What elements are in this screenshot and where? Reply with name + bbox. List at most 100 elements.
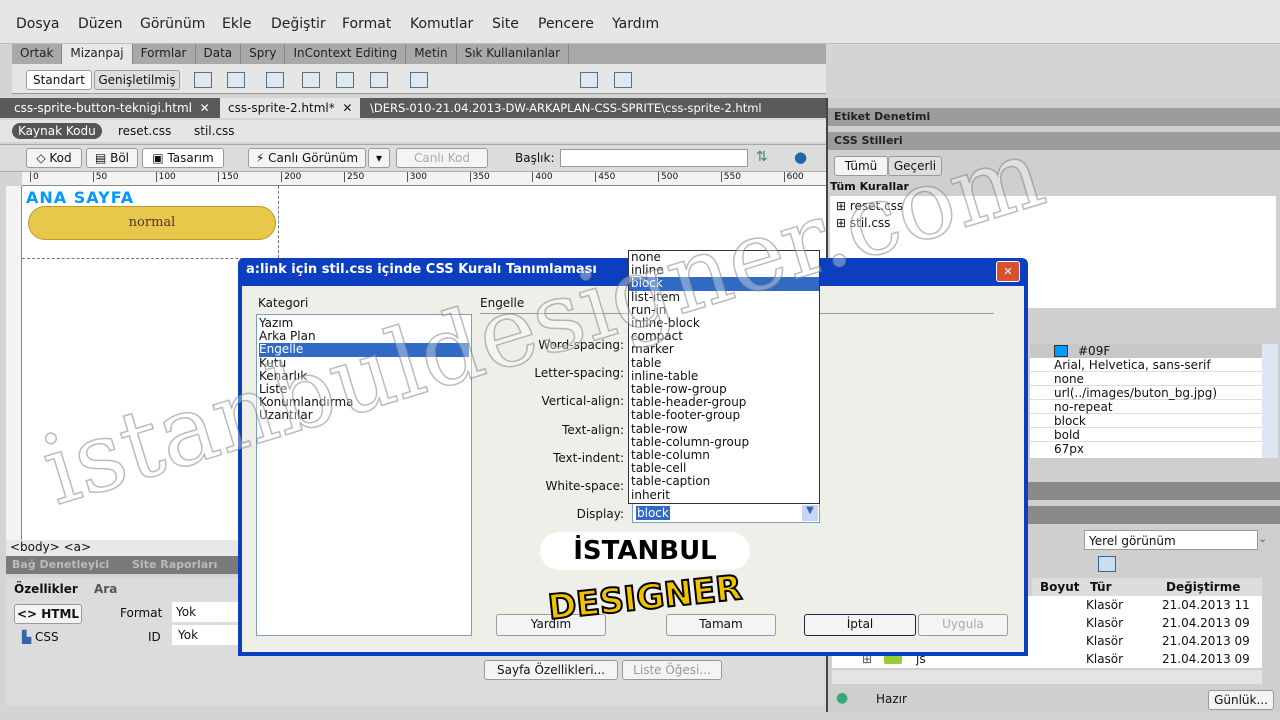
insert-tab-incontext[interactable]: InContext Editing: [285, 44, 407, 64]
view-select[interactable]: Yerel görünüm: [1084, 530, 1258, 550]
apply-button[interactable]: Uygula: [918, 614, 1008, 636]
tag-inspector-header[interactable]: Etiket Denetimi: [828, 108, 1280, 126]
close-icon[interactable]: ✕: [339, 101, 352, 115]
menu-duzen[interactable]: Düzen: [78, 16, 123, 32]
spry-menu-icon[interactable]: [302, 72, 320, 88]
related-file-reset[interactable]: reset.css: [118, 124, 171, 138]
insert-tab-metin[interactable]: Metin: [406, 44, 457, 64]
insert-tab-ortak[interactable]: Ortak: [12, 44, 63, 64]
expand-view-icon[interactable]: [1098, 556, 1116, 572]
close-icon[interactable]: ✕: [196, 101, 210, 115]
property-value-row[interactable]: none: [1030, 372, 1262, 386]
design-label: Tasarım: [167, 151, 214, 165]
insert-tab-spry[interactable]: Spry: [241, 44, 286, 64]
related-file-stil[interactable]: stil.css: [194, 124, 235, 138]
split-view-button[interactable]: ▤ Böl: [86, 148, 138, 168]
html-mode-button[interactable]: <> HTML: [14, 604, 82, 624]
property-value-row[interactable]: bold: [1030, 428, 1262, 442]
frames-dropdown-icon[interactable]: [614, 72, 632, 88]
css-styles-header[interactable]: CSS Stilleri: [828, 132, 1280, 150]
cancel-button[interactable]: İptal: [804, 614, 916, 636]
menu-komutlar[interactable]: Komutlar: [410, 16, 473, 32]
ap-div-icon[interactable]: [266, 72, 284, 88]
display-option[interactable]: block: [629, 277, 819, 291]
display-option[interactable]: table-row: [629, 422, 819, 436]
standard-table-icon[interactable]: [410, 72, 428, 88]
page-heading: ANA SAYFA: [26, 188, 135, 207]
col-size[interactable]: Boyut: [1040, 580, 1080, 594]
menu-site[interactable]: Site: [492, 16, 519, 32]
design-view-button[interactable]: ▣ Tasarım: [142, 148, 224, 168]
property-value-row[interactable]: url(../images/buton_bg.jpg): [1030, 386, 1262, 400]
live-view-button[interactable]: ⚡ Canlı Görünüm: [248, 148, 366, 168]
property-value-row[interactable]: no-repeat: [1030, 400, 1262, 414]
doc-tab-css-sprite-2[interactable]: css-sprite-2.html* ✕: [220, 98, 361, 118]
all-rules-button[interactable]: Tümü: [834, 156, 888, 176]
file-transfer-icon[interactable]: ⇅: [756, 149, 768, 165]
document-tabs: css-sprite-button-teknigi.html ✕ css-spr…: [0, 98, 826, 118]
menu-ekle[interactable]: Ekle: [222, 16, 251, 32]
display-option[interactable]: table: [629, 356, 819, 370]
table-icon[interactable]: [194, 72, 212, 88]
doc-tab-button-teknigi[interactable]: css-sprite-button-teknigi.html ✕: [6, 98, 218, 118]
insert-tab-formlar[interactable]: Formlar: [133, 44, 196, 64]
menu-bar: Dosya Düzen Görünüm Ekle Değiştir Format…: [0, 0, 1280, 44]
live-view-dropdown[interactable]: ▾: [368, 148, 390, 168]
tab-search[interactable]: Ara: [94, 582, 117, 596]
tab-link-checker[interactable]: Bağ Denetleyici: [12, 558, 109, 571]
properties-scrollbar[interactable]: [1262, 344, 1278, 458]
frame-icon[interactable]: [580, 72, 598, 88]
display-option[interactable]: list-item: [629, 290, 819, 304]
menu-format[interactable]: Format: [342, 16, 391, 32]
menu-gorunum[interactable]: Görünüm: [140, 16, 205, 32]
menu-degistir[interactable]: Değiştir: [271, 16, 326, 32]
display-option[interactable]: table-footer-group: [629, 409, 819, 422]
chevron-down-icon[interactable]: ▼: [802, 505, 818, 521]
col-type[interactable]: Tür: [1090, 580, 1112, 594]
spry-tabbed-icon[interactable]: [336, 72, 354, 88]
chevron-down-icon[interactable]: ⌄: [1258, 532, 1267, 545]
format-select[interactable]: Yok: [172, 602, 238, 622]
insert-div-icon[interactable]: [227, 72, 245, 88]
category-item[interactable]: Kutu: [259, 356, 469, 370]
file-list-hscrollbar[interactable]: [832, 670, 1262, 684]
ruler-tick: 300: [406, 172, 427, 182]
tab-site-reports[interactable]: Site Raporları: [132, 558, 217, 571]
css-mode-button[interactable]: ▙ CSS: [22, 630, 59, 644]
close-icon[interactable]: ✕: [996, 261, 1020, 282]
property-value-row[interactable]: 67px: [1030, 442, 1262, 456]
display-select[interactable]: block ▼: [632, 503, 820, 523]
category-item-selected[interactable]: Engelle: [259, 343, 469, 357]
property-value-row[interactable]: #09F: [1030, 344, 1262, 358]
tab-properties[interactable]: Özellikler: [14, 582, 78, 596]
live-code-button[interactable]: Canlı Kod: [396, 148, 488, 168]
insert-tab-mizanpaj[interactable]: Mizanpaj: [62, 44, 133, 64]
menu-dosya[interactable]: Dosya: [16, 16, 60, 32]
menu-yardim[interactable]: Yardım: [612, 16, 659, 32]
rule-stil[interactable]: ⊞ stil.css: [830, 216, 1276, 230]
current-button[interactable]: Geçerli: [888, 156, 942, 176]
code-view-button[interactable]: ◇ Kod: [26, 148, 82, 168]
menu-pencere[interactable]: Pencere: [538, 16, 594, 32]
insert-tab-data[interactable]: Data: [196, 44, 242, 64]
category-item[interactable]: Uzantılar: [259, 409, 469, 422]
browser-preview-icon[interactable]: ●: [794, 148, 807, 166]
display-option[interactable]: table-caption: [629, 475, 819, 488]
source-code-button[interactable]: Kaynak Kodu: [12, 123, 102, 139]
property-value-row[interactable]: Arial, Helvetica, sans-serif: [1030, 358, 1262, 372]
log-button[interactable]: Günlük...: [1208, 690, 1274, 710]
color-swatch[interactable]: [1054, 345, 1068, 357]
category-item[interactable]: Kenarlık: [259, 369, 469, 383]
rule-reset[interactable]: ⊞ reset.css: [830, 196, 1276, 216]
display-option[interactable]: marker: [629, 343, 819, 356]
id-select[interactable]: Yok: [172, 625, 238, 645]
spry-accordion-icon[interactable]: [370, 72, 388, 88]
sprite-button-link[interactable]: normal: [28, 206, 276, 240]
property-value-row[interactable]: block: [1030, 414, 1262, 428]
display-option[interactable]: inherit: [629, 488, 819, 502]
genisletilmis-button[interactable]: Genişletilmiş: [94, 70, 180, 90]
title-input[interactable]: [560, 149, 748, 167]
standart-button[interactable]: Standart: [26, 70, 92, 90]
insert-tab-favorites[interactable]: Sık Kullanılanlar: [457, 44, 570, 64]
col-modified[interactable]: Değiştirme: [1166, 580, 1240, 594]
